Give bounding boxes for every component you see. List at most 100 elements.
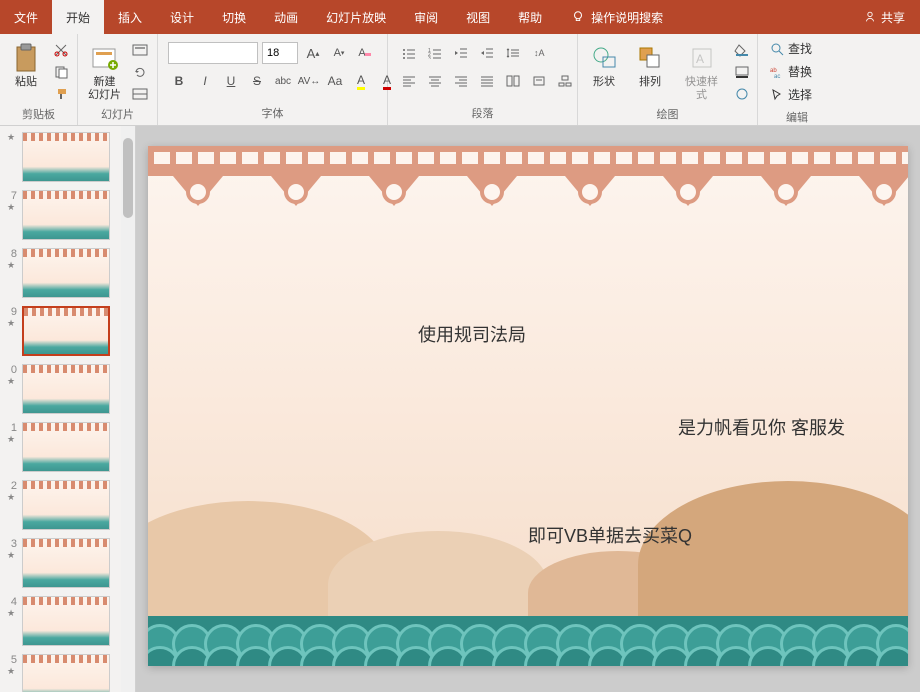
decrease-font-button[interactable]: A▾ [328, 42, 350, 64]
find-button[interactable]: 查找 [766, 38, 828, 59]
columns-button[interactable] [502, 70, 524, 92]
char-spacing-button[interactable]: AV↔ [298, 70, 320, 92]
shape-effects-button[interactable] [731, 84, 753, 104]
tab-review[interactable]: 审阅 [400, 0, 452, 34]
clear-format-button[interactable]: A [354, 42, 376, 64]
thumbnail-preview[interactable] [22, 480, 110, 530]
text-direction-button[interactable]: ↕A [528, 42, 550, 64]
format-painter-button[interactable] [50, 84, 72, 104]
font-group-label: 字体 [162, 103, 383, 123]
copy-button[interactable] [50, 62, 72, 82]
text-box-3[interactable]: 即可VB单据去买菜Q [528, 522, 692, 548]
arrange-button[interactable]: 排列 [628, 40, 672, 91]
group-paragraph: 123 ↕A 段落 [388, 34, 578, 125]
numbering-button[interactable]: 123 [424, 42, 446, 64]
tab-slideshow[interactable]: 幻灯片放映 [312, 0, 400, 34]
select-button[interactable]: 选择 [766, 84, 828, 105]
animation-star-icon: ★ [7, 376, 15, 387]
thumbnail-item[interactable]: 3★ [0, 536, 135, 590]
thumbnail-preview[interactable] [22, 422, 110, 472]
thumbnail-item[interactable]: 2★ [0, 478, 135, 532]
tell-me-search[interactable]: 操作说明搜索 [571, 9, 663, 26]
align-right-button[interactable] [450, 70, 472, 92]
thumbnail-panel[interactable]: ★7★8★9★0★1★2★3★4★5★ [0, 126, 136, 692]
tab-design[interactable]: 设计 [156, 0, 208, 34]
thumbnail-item[interactable]: 5★ [0, 652, 135, 692]
share-icon [863, 10, 877, 24]
slide-canvas[interactable]: 使用规司法局 是力帆看见你 客服发 即可VB单据去买菜Q [148, 146, 908, 666]
bullets-button[interactable] [398, 42, 420, 64]
thumbnail-preview[interactable] [22, 654, 110, 692]
tab-animation[interactable]: 动画 [260, 0, 312, 34]
align-right-icon [454, 75, 468, 87]
layout-button[interactable] [129, 40, 151, 60]
paste-button[interactable]: 粘贴 [4, 40, 48, 91]
outline-icon [734, 65, 750, 79]
thumbnail-item[interactable]: 4★ [0, 594, 135, 648]
layout-icon [132, 44, 148, 56]
thumbnail-number: 2 [5, 480, 17, 492]
clipboard-group-label: 剪贴板 [4, 104, 73, 124]
drawing-group-label: 绘图 [582, 104, 753, 124]
line-spacing-button[interactable] [502, 42, 524, 64]
thumbnail-item[interactable]: 8★ [0, 246, 135, 300]
increase-font-button[interactable]: A▴ [302, 42, 324, 64]
change-case-button[interactable]: Aa [324, 70, 346, 92]
shape-outline-button[interactable] [731, 62, 753, 82]
increase-indent-button[interactable] [476, 42, 498, 64]
smartart-button[interactable] [554, 70, 576, 92]
thumbnail-preview[interactable] [22, 538, 110, 588]
thumbnail-item[interactable]: 0★ [0, 362, 135, 416]
reset-button[interactable] [129, 62, 151, 82]
outdent-icon [454, 47, 468, 59]
tab-insert[interactable]: 插入 [104, 0, 156, 34]
tab-transition[interactable]: 切换 [208, 0, 260, 34]
section-button[interactable] [129, 84, 151, 104]
tab-file[interactable]: 文件 [0, 0, 52, 34]
shape-fill-button[interactable] [731, 40, 753, 60]
highlight-button[interactable]: A [350, 70, 372, 92]
thumbnail-preview[interactable] [22, 132, 110, 182]
new-slide-button[interactable]: 新建 幻灯片 [82, 40, 127, 104]
animation-star-icon: ★ [7, 434, 15, 445]
tab-home[interactable]: 开始 [52, 0, 104, 34]
shapes-button[interactable]: 形状 [582, 40, 626, 91]
svg-text:A: A [696, 52, 704, 66]
share-button[interactable]: 共享 [863, 9, 920, 26]
thumbnail-preview[interactable] [22, 248, 110, 298]
underline-button[interactable]: U [220, 70, 242, 92]
slide-editor[interactable]: 使用规司法局 是力帆看见你 客服发 即可VB单据去买菜Q [136, 126, 920, 692]
thumbnail-item[interactable]: 7★ [0, 188, 135, 242]
thumbnail-item[interactable]: 1★ [0, 420, 135, 474]
text-box-1[interactable]: 使用规司法局 [418, 321, 526, 347]
font-size-input[interactable] [262, 42, 298, 64]
italic-button[interactable]: I [194, 70, 216, 92]
thumbnail-preview[interactable] [22, 306, 110, 356]
strike-button[interactable]: S [246, 70, 268, 92]
lightbulb-icon [571, 10, 585, 24]
thumbnail-number: 3 [5, 538, 17, 550]
decrease-indent-button[interactable] [450, 42, 472, 64]
font-name-input[interactable] [168, 42, 258, 64]
shadow-button[interactable]: abc [272, 70, 294, 92]
replace-label: 替换 [788, 63, 812, 80]
align-text-button[interactable] [528, 70, 550, 92]
thumbnail-scrollbar[interactable] [121, 126, 135, 692]
bold-button[interactable]: B [168, 70, 190, 92]
replace-button[interactable]: abac 替换 [766, 61, 828, 82]
svg-text:3: 3 [428, 56, 431, 59]
align-left-button[interactable] [398, 70, 420, 92]
workspace: ★7★8★9★0★1★2★3★4★5★ 使用规司法局 是力帆看见你 客服发 即可… [0, 126, 920, 692]
tab-help[interactable]: 帮助 [504, 0, 556, 34]
thumbnail-item[interactable]: 9★ [0, 304, 135, 358]
thumbnail-preview[interactable] [22, 364, 110, 414]
cut-button[interactable] [50, 40, 72, 60]
text-box-2[interactable]: 是力帆看见你 客服发 [678, 414, 845, 440]
tab-view[interactable]: 视图 [452, 0, 504, 34]
align-center-button[interactable] [424, 70, 446, 92]
justify-button[interactable] [476, 70, 498, 92]
thumbnail-item[interactable]: ★ [0, 130, 135, 184]
thumbnail-preview[interactable] [22, 596, 110, 646]
thumbnail-preview[interactable] [22, 190, 110, 240]
quick-styles-button[interactable]: A 快速样式 [674, 40, 729, 104]
